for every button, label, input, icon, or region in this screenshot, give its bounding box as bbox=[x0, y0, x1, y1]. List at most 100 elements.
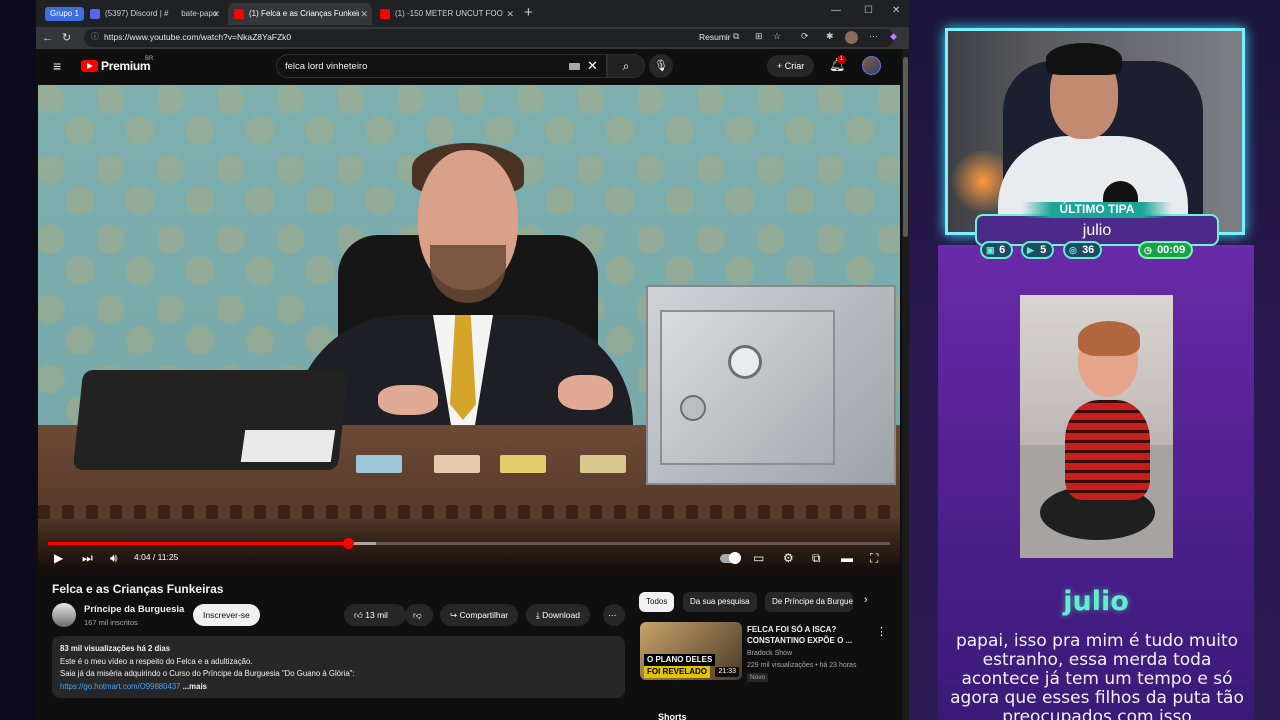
close-icon[interactable]: ✕ bbox=[360, 3, 368, 25]
thumbs-down-icon: 👎︎ bbox=[413, 610, 422, 620]
apps-icon[interactable]: ⊞ bbox=[755, 31, 763, 42]
copilot-icon[interactable]: ◆ bbox=[890, 31, 897, 42]
share-label: Compartilhar bbox=[459, 610, 509, 620]
share-button[interactable]: ↪ Compartilhar bbox=[440, 604, 519, 626]
stat-chat: ▣ 6 bbox=[980, 241, 1014, 259]
tab-group-chip[interactable]: Grupo 1 bbox=[45, 7, 84, 21]
theater-mode-icon[interactable]: ▬ bbox=[841, 550, 853, 566]
volume-icon[interactable]: 🔊︎ bbox=[110, 550, 118, 566]
dislike-button[interactable]: 👎︎ bbox=[405, 604, 433, 626]
menu-hamburger-icon[interactable]: ≡ bbox=[53, 58, 61, 74]
maximize-button[interactable]: ☐ bbox=[864, 5, 873, 16]
scrollbar-thumb[interactable] bbox=[903, 57, 908, 237]
search-input[interactable]: felca lord vinheteiro ✕ bbox=[276, 54, 607, 78]
close-window-button[interactable]: ✕ bbox=[892, 5, 900, 16]
stat-value: 00:09 bbox=[1157, 244, 1186, 256]
youtube-brand[interactable]: Premium bbox=[101, 59, 151, 73]
search-button[interactable]: ⌕ bbox=[607, 54, 645, 78]
video-frame-hand bbox=[378, 385, 438, 415]
minimize-button[interactable]: — bbox=[831, 5, 841, 16]
description-more[interactable]: ...mais bbox=[183, 682, 207, 691]
summarize-button[interactable]: Resumir bbox=[699, 32, 731, 42]
page-scrollbar[interactable] bbox=[902, 49, 909, 720]
account-avatar[interactable] bbox=[862, 56, 881, 75]
fullscreen-icon[interactable]: ⛶ bbox=[870, 550, 878, 566]
video-player[interactable]: ▶ ⏭ 🔊︎ 4:04 / 11:25 ▭ ⚙ ⧉ ▬ ⛶ bbox=[38, 85, 900, 573]
stat-hype: ◎ 36 bbox=[1063, 241, 1103, 259]
chevron-right-icon[interactable]: › bbox=[864, 594, 868, 606]
chat-attached-photo bbox=[1020, 295, 1173, 558]
reload-button[interactable]: ↻ bbox=[62, 30, 71, 46]
progress-bar[interactable] bbox=[48, 538, 890, 549]
menu-icon[interactable]: ⋯ bbox=[869, 31, 878, 42]
tab-uncut-footage[interactable]: (1) -150 METER UNCUT FOOTAGE ✕ bbox=[374, 3, 518, 25]
voice-search-button[interactable]: 🎙 bbox=[649, 54, 673, 78]
chip-from-search[interactable]: Da sua pesquisa bbox=[683, 592, 757, 612]
subscribe-button[interactable]: Inscrever-se bbox=[193, 604, 260, 626]
tab-discord[interactable]: (5397) Discord | # bate-papo ✕ bbox=[84, 3, 224, 25]
refresh-extension-icon[interactable]: ⟳ bbox=[801, 31, 809, 42]
like-button[interactable]: 👍︎ 13 mil bbox=[344, 604, 406, 626]
settings-icon[interactable]: ⚙ bbox=[783, 550, 794, 566]
kebab-menu-icon[interactable]: ⋮ bbox=[876, 625, 887, 638]
create-button[interactable]: + Criar bbox=[767, 55, 815, 77]
back-button[interactable]: ← bbox=[42, 30, 53, 46]
webcam-hair bbox=[1046, 43, 1122, 75]
photo-baby-body bbox=[1065, 400, 1150, 500]
profile-avatar[interactable] bbox=[845, 31, 858, 44]
photo-baby-hair bbox=[1078, 321, 1140, 356]
channel-name[interactable]: Príncipe da Burguesia bbox=[84, 604, 184, 615]
download-button[interactable]: ⤓ Download bbox=[526, 604, 590, 626]
url-text[interactable]: https://www.youtube.com/watch?v=NkaZ8YaF… bbox=[104, 32, 291, 42]
chip-from-channel[interactable]: De Príncipe da Burguesia bbox=[765, 592, 853, 612]
miniplayer-icon[interactable]: ⧉ bbox=[812, 550, 821, 566]
more-actions-button[interactable]: ⋯ bbox=[603, 604, 625, 626]
subscriber-count: 167 mil inscritos bbox=[84, 618, 138, 627]
stat-value: 5 bbox=[1040, 244, 1047, 256]
search-query[interactable]: felca lord vinheteiro bbox=[285, 61, 367, 72]
extension-icon[interactable]: ✱ bbox=[826, 31, 834, 42]
recommendation-meta: 229 mil visualizações • há 23 horas bbox=[747, 662, 857, 669]
recommendation-channel[interactable]: Bradock Show bbox=[747, 650, 792, 657]
address-bar-row: ← ↻ ⓘ https://www.youtube.com/watch?v=Nk… bbox=[36, 27, 909, 49]
view-stats: 83 mil visualizações há 2 dias bbox=[60, 644, 171, 653]
translate-icon[interactable]: ⧉ bbox=[733, 31, 739, 42]
channel-avatar[interactable] bbox=[52, 603, 76, 627]
new-tab-button[interactable]: + bbox=[524, 3, 533, 23]
video-icon: ▶ bbox=[1027, 245, 1034, 255]
description-line: Saia já da miséria adquirindo o Curso do… bbox=[60, 669, 355, 678]
tab-felca-video[interactable]: (1) Felca e as Crianças Funkeiras ✕ bbox=[228, 3, 372, 25]
autoplay-toggle[interactable] bbox=[720, 552, 741, 564]
description-line: Este é o meu vídeo a respeito do Felca e… bbox=[60, 656, 253, 666]
last-tip-label: ÚLTIMO TIPA bbox=[1022, 202, 1172, 218]
clock-icon: ◷ bbox=[1144, 245, 1152, 255]
new-badge: Novo bbox=[747, 673, 769, 682]
video-frame-knob bbox=[680, 395, 706, 421]
hype-icon: ◎ bbox=[1069, 245, 1077, 255]
played-bar bbox=[48, 542, 348, 545]
recommendation-title[interactable]: FELCA FOI SÓ A ISCA? CONSTANTINO EXPÕE O… bbox=[747, 624, 869, 646]
subtitles-icon[interactable]: ▭ bbox=[753, 550, 764, 566]
stat-video: ▶ 5 bbox=[1021, 241, 1055, 259]
video-frame-cash bbox=[580, 455, 626, 473]
description-box[interactable]: 83 mil visualizações há 2 dias Este é o … bbox=[52, 636, 625, 698]
site-info-icon[interactable]: ⓘ bbox=[91, 31, 99, 42]
clear-search-icon[interactable]: ✕ bbox=[587, 58, 598, 74]
create-label: Criar bbox=[784, 61, 805, 71]
youtube-logo-icon[interactable] bbox=[81, 60, 98, 72]
next-icon[interactable]: ⏭ bbox=[82, 550, 93, 566]
recommendation-thumbnail[interactable]: O PLANO DELES FOI REVELADO 21:33 bbox=[640, 622, 742, 680]
close-icon[interactable]: ✕ bbox=[506, 3, 514, 25]
scrubber-handle[interactable] bbox=[342, 538, 354, 549]
stat-value: 36 bbox=[1082, 244, 1095, 256]
description-link[interactable]: https://go.hotmart.com/O99880437 bbox=[60, 682, 181, 691]
close-icon[interactable]: ✕ bbox=[212, 3, 220, 25]
last-tip-name: julio bbox=[1082, 222, 1112, 239]
like-count: 13 mil bbox=[365, 610, 388, 620]
keyboard-icon[interactable] bbox=[569, 63, 580, 70]
chat-message: papai, isso pra mim é tudo muito estranh… bbox=[950, 631, 1244, 720]
stat-value: 6 bbox=[999, 244, 1006, 256]
play-icon[interactable]: ▶ bbox=[54, 550, 63, 566]
chip-all[interactable]: Todos bbox=[639, 592, 675, 612]
star-icon[interactable]: ☆ bbox=[773, 31, 781, 42]
